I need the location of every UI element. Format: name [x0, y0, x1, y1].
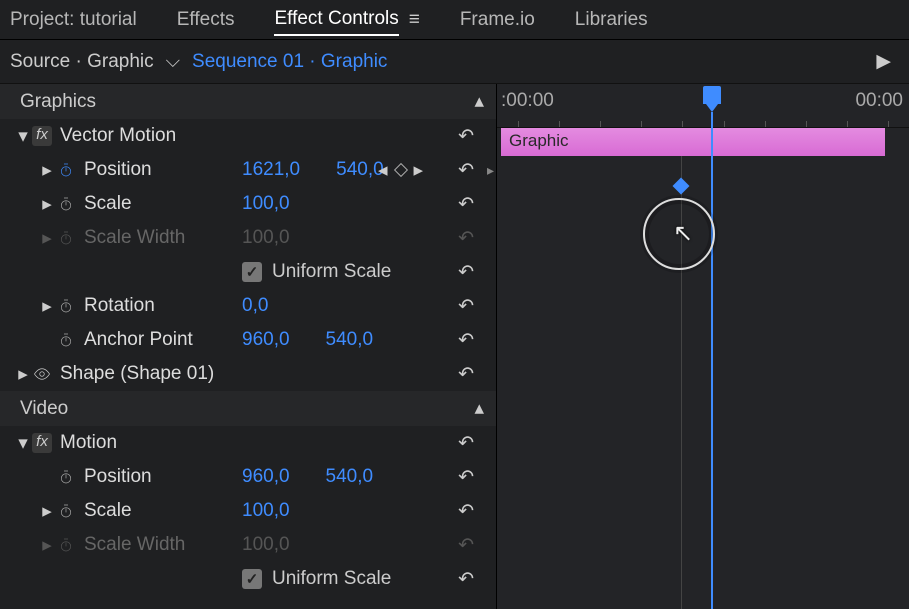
section-graphics[interactable]: Graphics	[20, 91, 96, 113]
timecode-end: 00:00	[855, 90, 903, 112]
keyframe-diamond-icon[interactable]	[673, 178, 690, 195]
scale-width-value: 100,0	[242, 227, 290, 249]
prop-position: Position	[84, 466, 152, 488]
sequence-link[interactable]: Sequence 01 · Graphic	[192, 51, 387, 73]
scale-value[interactable]: 100,0	[242, 193, 290, 215]
caret-scale[interactable]	[38, 500, 56, 523]
effect-vector-motion[interactable]: Vector Motion	[60, 125, 176, 147]
reset-icon[interactable]: ↶	[458, 568, 474, 591]
rotation-value[interactable]: 0,0	[242, 295, 268, 317]
reset-icon[interactable]: ↶	[458, 363, 474, 386]
anchor-y-value[interactable]: 540,0	[326, 329, 374, 351]
stopwatch-icon[interactable]	[56, 467, 76, 487]
stopwatch-icon[interactable]	[56, 330, 76, 350]
play-icon[interactable]: ▶	[876, 50, 891, 73]
uniform-scale-label: Uniform Scale	[272, 568, 391, 590]
effect-motion[interactable]: Motion	[60, 432, 117, 454]
tab-effects[interactable]: Effects	[177, 5, 235, 35]
caret-position[interactable]	[38, 159, 56, 182]
anchor-x-value[interactable]: 960,0	[242, 329, 290, 351]
prop-scale: Scale	[84, 193, 132, 215]
uniform-scale-checkbox[interactable]	[242, 569, 262, 589]
reset-icon[interactable]: ↶	[458, 432, 474, 455]
reset-icon[interactable]: ↶	[458, 329, 474, 352]
playhead[interactable]	[703, 86, 721, 104]
position-y-value[interactable]: 540,0	[336, 159, 384, 181]
keyframe-nav[interactable]: ◂ ▸	[378, 159, 423, 182]
caret-scale-width[interactable]	[38, 534, 56, 557]
caret-vector-motion[interactable]	[14, 125, 32, 148]
caret-rotation[interactable]	[38, 295, 56, 318]
effect-controls-panel: Graphics ▴ fx Vector Motion ↶ Position 1…	[0, 84, 497, 609]
stopwatch-icon	[56, 535, 76, 555]
tab-libraries[interactable]: Libraries	[575, 5, 648, 35]
clip-bar[interactable]: Graphic	[501, 128, 885, 156]
visibility-eye-icon[interactable]	[32, 364, 52, 384]
stopwatch-icon[interactable]	[56, 160, 76, 180]
source-label: Source · Graphic	[10, 51, 154, 73]
scale-value[interactable]: 100,0	[242, 500, 290, 522]
reset-icon: ↶	[458, 227, 474, 250]
tab-project[interactable]: Project: tutorial	[10, 5, 137, 35]
caret-shape[interactable]	[14, 363, 32, 386]
reset-icon[interactable]: ↶	[458, 500, 474, 523]
reset-icon[interactable]: ↶	[458, 261, 474, 284]
effect-shape[interactable]: Shape (Shape 01)	[60, 363, 214, 385]
reset-icon: ↶	[458, 534, 474, 557]
prop-position: Position	[84, 159, 152, 181]
tab-frameio[interactable]: Frame.io	[460, 5, 535, 35]
collapse-icon[interactable]: ▴	[474, 90, 484, 113]
prop-anchor-point: Anchor Point	[84, 329, 193, 351]
position-x-value[interactable]: 960,0	[242, 466, 290, 488]
cursor-arrow-icon: ↖	[673, 219, 693, 248]
uniform-scale-label: Uniform Scale	[272, 261, 391, 283]
fx-badge-icon[interactable]: fx	[32, 433, 52, 453]
position-y-value[interactable]: 540,0	[326, 466, 374, 488]
expand-velocity-icon[interactable]: ▸	[487, 162, 494, 179]
caret-scale[interactable]	[38, 193, 56, 216]
reset-icon[interactable]: ↶	[458, 295, 474, 318]
scale-width-value: 100,0	[242, 534, 290, 556]
stopwatch-icon[interactable]	[56, 194, 76, 214]
prev-keyframe-icon[interactable]: ◂	[378, 159, 388, 182]
stopwatch-icon	[56, 228, 76, 248]
reset-icon[interactable]: ↶	[458, 125, 474, 148]
prop-rotation: Rotation	[84, 295, 155, 317]
prop-scale-width: Scale Width	[84, 227, 185, 249]
next-keyframe-icon[interactable]: ▸	[414, 159, 424, 182]
reset-icon[interactable]: ↶	[458, 159, 474, 182]
prop-scale-width: Scale Width	[84, 534, 185, 556]
caret-motion[interactable]	[14, 432, 32, 455]
timecode-start: :00:00	[501, 90, 554, 112]
collapse-icon[interactable]: ▴	[474, 397, 484, 420]
tab-effect-controls[interactable]: Effect Controls	[274, 4, 398, 36]
panel-menu-icon[interactable]: ≡	[409, 9, 420, 31]
prop-scale: Scale	[84, 500, 132, 522]
reset-icon[interactable]: ↶	[458, 466, 474, 489]
section-video[interactable]: Video	[20, 398, 68, 420]
stopwatch-icon[interactable]	[56, 296, 76, 316]
fx-badge-icon[interactable]: fx	[32, 126, 52, 146]
caret-scale-width[interactable]	[38, 227, 56, 250]
uniform-scale-checkbox[interactable]	[242, 262, 262, 282]
position-x-value[interactable]: 1621,0	[242, 159, 300, 181]
keyframe-timeline[interactable]: :00:00 00:00 Graphic ↖	[497, 84, 909, 609]
chevron-down-icon[interactable]: ⌵	[166, 51, 180, 73]
add-keyframe-icon[interactable]	[393, 163, 407, 177]
stopwatch-icon[interactable]	[56, 501, 76, 521]
reset-icon[interactable]: ↶	[458, 193, 474, 216]
